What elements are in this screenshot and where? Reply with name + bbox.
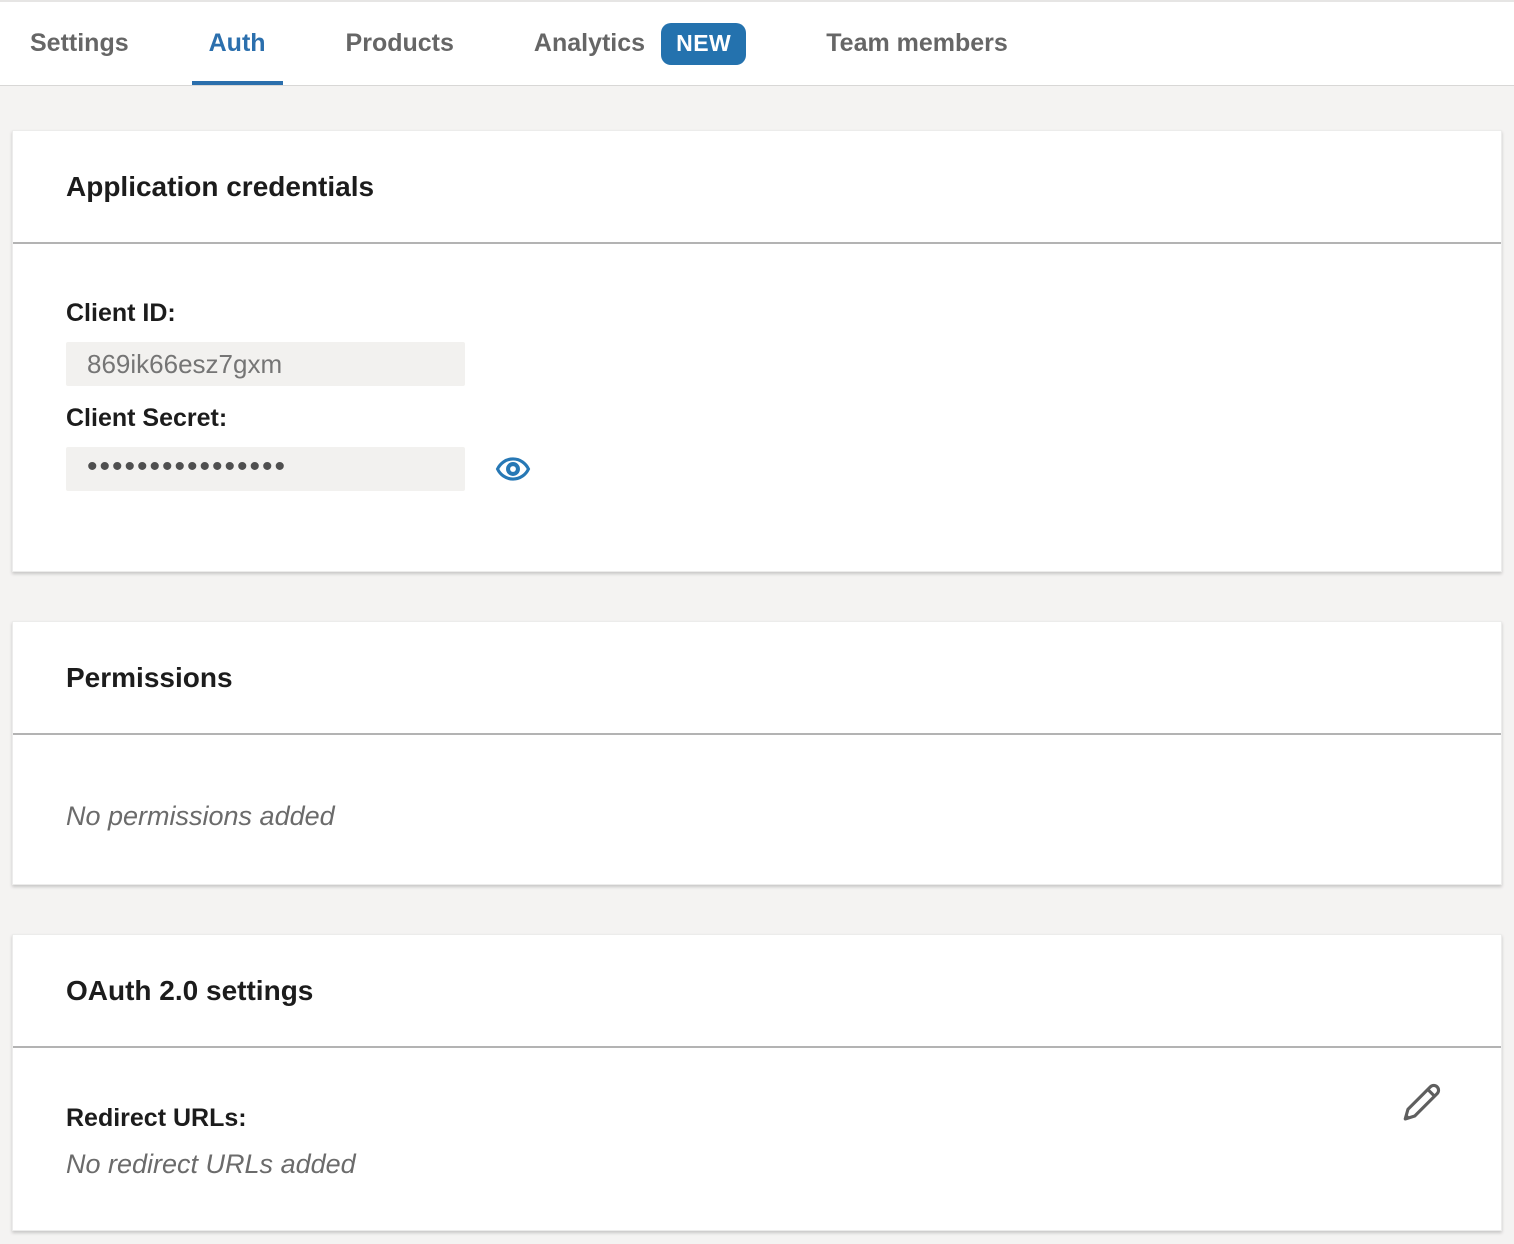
- client-secret-masked-value: ••••••••••••••••: [87, 452, 287, 482]
- client-secret-label: Client Secret:: [66, 404, 1448, 433]
- client-secret-row: ••••••••••••••••: [66, 447, 1448, 491]
- reveal-secret-button[interactable]: [495, 451, 531, 487]
- no-redirect-urls-text: No redirect URLs added: [66, 1149, 1448, 1180]
- application-credentials-card: Application credentials Client ID: 869ik…: [12, 130, 1502, 572]
- client-id-label: Client ID:: [66, 299, 1448, 328]
- card-header: OAuth 2.0 settings: [13, 935, 1501, 1048]
- tab-bar: Settings Auth Products Analytics NEW Tea…: [0, 0, 1514, 86]
- eye-icon: [495, 451, 531, 487]
- card-header: Permissions: [13, 622, 1501, 735]
- tab-products-label: Products: [346, 29, 454, 58]
- client-id-value: 869ik66esz7gxm: [87, 349, 282, 380]
- tab-settings[interactable]: Settings: [30, 2, 129, 85]
- edit-redirect-urls-button[interactable]: [1399, 1080, 1443, 1129]
- tab-team-members[interactable]: Team members: [826, 2, 1008, 85]
- tab-auth[interactable]: Auth: [209, 2, 266, 85]
- tab-team-members-label: Team members: [826, 29, 1008, 58]
- no-permissions-text: No permissions added: [66, 801, 1448, 832]
- permissions-card: Permissions No permissions added: [12, 621, 1502, 885]
- permissions-title: Permissions: [66, 662, 233, 694]
- client-id-field[interactable]: 869ik66esz7gxm: [66, 342, 465, 386]
- tab-analytics-label: Analytics: [534, 29, 645, 58]
- client-secret-field[interactable]: ••••••••••••••••: [66, 447, 465, 491]
- tab-auth-label: Auth: [209, 29, 266, 58]
- active-tab-underline: [192, 81, 283, 85]
- oauth-settings-card: OAuth 2.0 settings Redirect URLs: No red…: [12, 934, 1502, 1231]
- tab-settings-label: Settings: [30, 29, 129, 58]
- application-credentials-body: Client ID: 869ik66esz7gxm Client Secret:…: [13, 244, 1501, 571]
- application-credentials-title: Application credentials: [66, 171, 374, 203]
- tab-products[interactable]: Products: [346, 2, 454, 85]
- redirect-urls-label: Redirect URLs:: [66, 1104, 1448, 1133]
- main-content: Application credentials Client ID: 869ik…: [0, 130, 1514, 1231]
- oauth-settings-title: OAuth 2.0 settings: [66, 975, 313, 1007]
- oauth-settings-body: Redirect URLs: No redirect URLs added: [13, 1048, 1501, 1230]
- card-header: Application credentials: [13, 131, 1501, 244]
- pencil-icon: [1399, 1080, 1443, 1126]
- permissions-body: No permissions added: [13, 735, 1501, 884]
- new-badge: NEW: [661, 23, 746, 65]
- tab-analytics[interactable]: Analytics NEW: [534, 2, 746, 85]
